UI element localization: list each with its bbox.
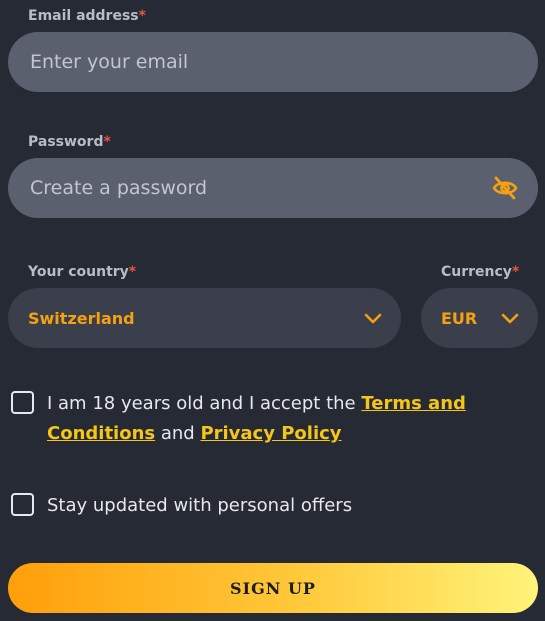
currency-select[interactable]: EUR (421, 288, 538, 348)
currency-value: EUR (441, 308, 478, 328)
required-mark: * (138, 8, 146, 24)
eye-off-icon[interactable] (492, 176, 518, 200)
offers-row: Stay updated with personal offers (11, 491, 352, 521)
required-mark: * (511, 264, 520, 280)
country-label: Your country* (28, 264, 137, 280)
terms-text: I am 18 years old and I accept the Terms… (47, 393, 466, 444)
terms-checkbox[interactable] (11, 391, 34, 414)
sign-up-button[interactable]: SIGN UP (8, 563, 538, 613)
terms-row: I am 18 years old and I accept the Terms… (11, 389, 491, 449)
offers-checkbox[interactable] (11, 493, 34, 516)
email-label: Email address* (28, 8, 146, 24)
password-label: Password* (28, 134, 111, 150)
country-value: Switzerland (28, 308, 135, 328)
chevron-down-icon (364, 313, 382, 324)
email-field[interactable] (8, 32, 538, 92)
required-mark: * (128, 264, 137, 280)
password-field-wrapper (8, 158, 538, 218)
password-field[interactable] (8, 158, 538, 218)
email-field-wrapper (8, 32, 538, 92)
chevron-down-icon (501, 313, 519, 324)
currency-label: Currency* (441, 264, 520, 280)
offers-text: Stay updated with personal offers (47, 495, 353, 516)
country-select[interactable]: Switzerland (8, 288, 401, 348)
required-mark: * (103, 134, 111, 150)
privacy-policy-link[interactable]: Privacy Policy (200, 423, 341, 444)
